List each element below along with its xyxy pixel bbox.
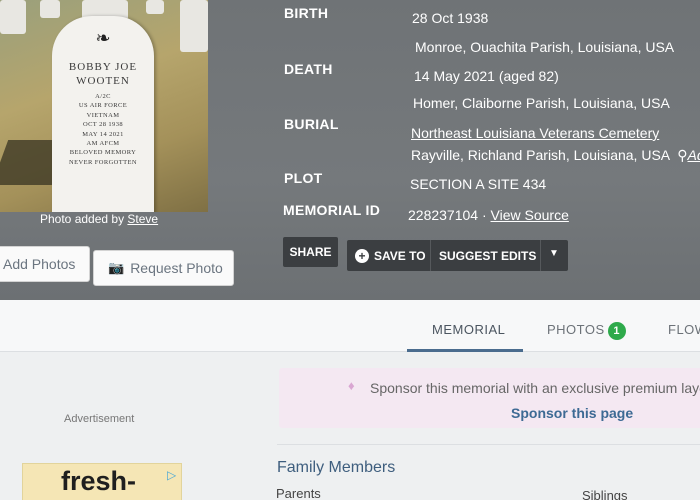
share-button[interactable]: SHARE <box>283 237 338 267</box>
memorial-id-value: 228237104 · <box>408 207 487 223</box>
memorial-action-group: + SAVE TO SUGGEST EDITS ▼ <box>347 240 568 271</box>
burial-cemetery: Northeast Louisiana Veterans Cemetery <box>411 125 659 141</box>
parents-label: Parents <box>276 486 321 500</box>
add-photos-button[interactable]: Add Photos <box>0 246 90 282</box>
plus-circle-icon: + <box>355 248 369 263</box>
headstone-line: A/2C <box>95 93 111 100</box>
more-actions-dropdown[interactable]: ▼ <box>549 248 559 259</box>
burial-place: Rayville, Richland Parish, Louisiana, US… <box>411 147 670 163</box>
tab-photos-label: PHOTOS <box>547 322 605 337</box>
camera-icon: 📷 <box>108 260 125 275</box>
photo-contributor-link[interactable]: Steve <box>127 212 158 226</box>
suggest-edits-button[interactable]: SUGGEST EDITS <box>439 240 536 271</box>
suggest-edits-label: SUGGEST EDITS <box>439 248 537 263</box>
headstone-line: MAY 14 2021 <box>82 130 124 138</box>
memorial-id: 228237104 · View Source <box>408 207 569 223</box>
family-members-heading: Family Members <box>277 459 396 476</box>
burial-map-link[interactable]: Ad <box>688 147 700 163</box>
plot-label: PLOT <box>284 170 323 186</box>
birth-label: BIRTH <box>284 5 329 21</box>
tab-photos[interactable]: PHOTOS 1 <box>547 322 626 340</box>
headstone-line: VIETNAM <box>86 111 120 119</box>
background-headstone <box>180 0 208 52</box>
map-pin-icon: ⚲ <box>677 147 688 163</box>
sponsor-banner: ♦ Sponsor this memorial with an exclusiv… <box>279 368 700 428</box>
chevron-down-icon: ▼ <box>549 248 559 259</box>
headstone-line: BELOVED MEMORY <box>69 149 137 157</box>
death-date: 14 May 2021 (aged 82) <box>414 68 559 84</box>
advertisement-label: Advertisement <box>64 413 135 425</box>
save-to-button[interactable]: + SAVE TO <box>355 240 426 271</box>
headstone-name-line1: BOBBY JOE <box>68 61 138 73</box>
headstone-line: AM AFCM <box>86 140 120 148</box>
advertisement-text: fresh- <box>61 466 137 496</box>
button-separator <box>430 240 431 271</box>
tab-memorial[interactable]: MEMORIAL <box>432 322 505 337</box>
bird-emblem-icon: ❧ <box>95 28 111 48</box>
siblings-label: Siblings <box>582 488 628 500</box>
headstone-photo[interactable]: ❧ BOBBY JOE WOOTEN A/2C US AIR FORCE VIE… <box>0 0 208 212</box>
photo-credit: Photo added by Steve <box>40 212 158 226</box>
headstone-line: NEVER FORGOTTEN <box>69 158 137 166</box>
background-headstone <box>146 0 164 14</box>
birth-place: Monroe, Ouachita Parish, Louisiana, USA <box>415 39 675 55</box>
death-label: DEATH <box>284 61 333 77</box>
birth-date: 28 Oct 1938 <box>412 10 489 26</box>
diamond-icon: ♦ <box>348 378 355 393</box>
advertisement-banner[interactable]: fresh- ▷ <box>22 463 182 500</box>
share-label: SHARE <box>289 245 332 259</box>
active-tab-indicator <box>407 349 523 352</box>
photos-count-badge: 1 <box>607 322 626 340</box>
sponsor-text: Sponsor this memorial with an exclusive … <box>370 380 700 396</box>
headstone-line: OCT 28 1938 <box>82 121 124 129</box>
burial-label: BURIAL <box>284 116 339 132</box>
memorial-id-label: MEMORIAL ID <box>283 202 381 218</box>
background-headstone <box>40 0 60 18</box>
request-photo-button[interactable]: 📷 Request Photo <box>93 250 234 286</box>
headstone-name-line2: WOOTEN <box>76 75 130 87</box>
button-separator <box>540 240 541 271</box>
background-headstone <box>0 0 26 34</box>
view-source-link[interactable]: View Source <box>491 207 569 223</box>
death-place: Homer, Claiborne Parish, Louisiana, USA <box>413 95 670 111</box>
headstone-line: US AIR FORCE <box>78 102 128 110</box>
add-photos-label: Add Photos <box>3 256 76 272</box>
ad-choices-icon[interactable]: ▷ <box>167 468 176 482</box>
cemetery-link[interactable]: Northeast Louisiana Veterans Cemetery <box>411 125 659 141</box>
plot-value: SECTION A SITE 434 <box>410 176 547 192</box>
burial-location: Rayville, Richland Parish, Louisiana, US… <box>411 147 700 164</box>
sponsor-page-link[interactable]: Sponsor this page <box>511 405 633 421</box>
request-photo-label: Request Photo <box>130 260 223 276</box>
photo-credit-prefix: Photo added by <box>40 212 125 226</box>
tab-flowers[interactable]: FLOW <box>668 322 700 337</box>
section-divider <box>277 444 700 445</box>
save-to-label: SAVE TO <box>374 248 426 263</box>
headstone: ❧ BOBBY JOE WOOTEN A/2C US AIR FORCE VIE… <box>52 16 154 212</box>
